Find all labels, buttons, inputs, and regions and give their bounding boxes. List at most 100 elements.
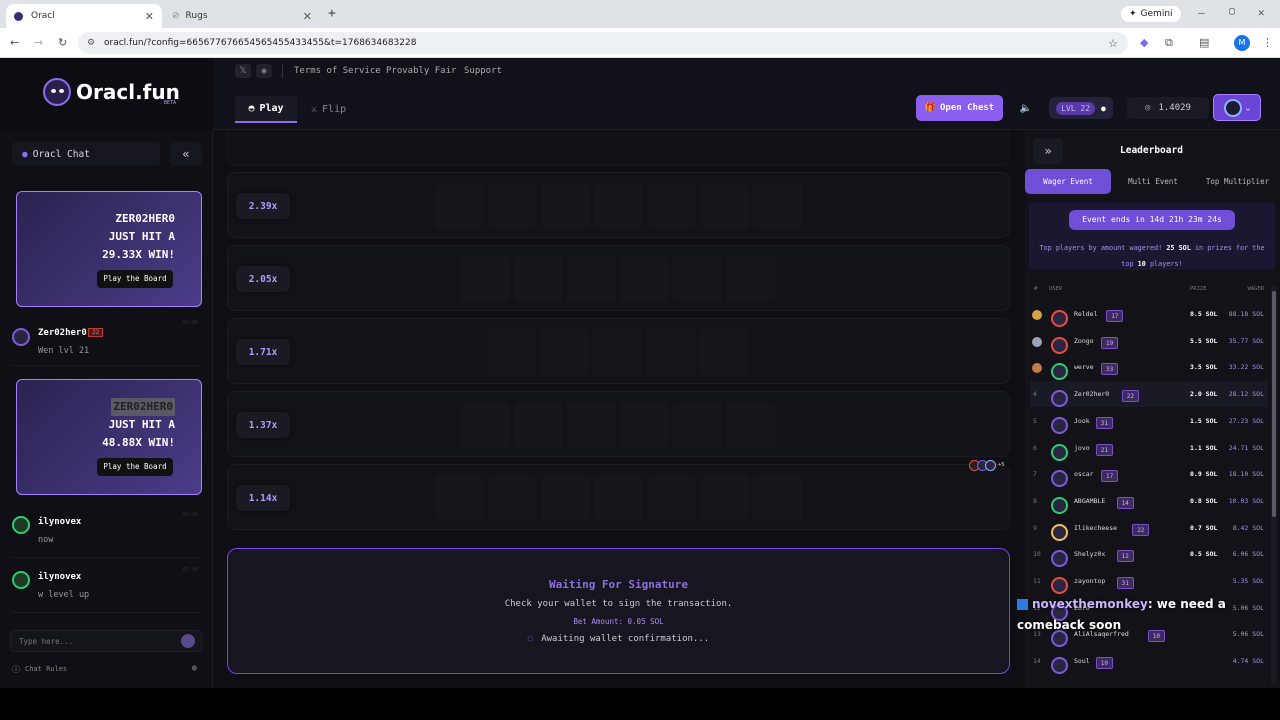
provably-fair-link[interactable]: Provably Fair: [386, 66, 456, 76]
board-tile[interactable]: [487, 329, 536, 375]
leaderboard-row[interactable]: 4 Zer02her0 22 2.0 SOL 28.12 SOL: [1030, 381, 1268, 408]
leaderboard-user[interactable]: Reldel: [1074, 310, 1097, 318]
close-tab-icon[interactable]: ✕: [303, 10, 312, 23]
forward-icon[interactable]: →: [34, 36, 43, 49]
site-info-icon[interactable]: ⚙: [87, 38, 95, 48]
board-tile[interactable]: [461, 402, 510, 448]
chat-rules-link[interactable]: Chat Rules: [25, 665, 67, 673]
board-tile[interactable]: [753, 475, 802, 521]
leaderboard-row[interactable]: 11 zayontop 31 5.35 SOL: [1030, 568, 1268, 594]
address-bar[interactable]: ⚙ oracl.fun/?config=66567767665456545543…: [78, 32, 1128, 54]
terms-link[interactable]: Terms of Service: [294, 66, 381, 76]
play-board-button[interactable]: Play the Board: [97, 270, 173, 288]
board-tile[interactable]: [647, 475, 696, 521]
board-tile[interactable]: [647, 183, 696, 229]
x-social-icon[interactable]: 𝕏: [235, 64, 251, 78]
board-tile[interactable]: [726, 256, 775, 302]
leaderboard-user[interactable]: ABGAMBLE: [1074, 497, 1105, 505]
chat-input[interactable]: Type here...: [10, 630, 202, 652]
collapse-chat-button[interactable]: «: [170, 142, 202, 166]
board-tile[interactable]: [620, 402, 669, 448]
minimize-button[interactable]: —: [1198, 6, 1205, 19]
bookmark-star-icon[interactable]: ☆: [1108, 37, 1118, 50]
leaderboard-user[interactable]: jovo: [1074, 444, 1090, 452]
board-tile[interactable]: [673, 402, 722, 448]
reload-icon[interactable]: ↻: [58, 36, 67, 49]
user-menu-button[interactable]: ⌄: [1213, 94, 1261, 121]
tab-wager-event[interactable]: Wager Event: [1025, 169, 1111, 194]
browser-tab-rugs[interactable]: ⊘ Rugs ✕: [164, 4, 320, 28]
message-user[interactable]: ilynovex: [38, 572, 81, 582]
profile-avatar[interactable]: M: [1234, 35, 1250, 51]
leaderboard-user[interactable]: werve: [1074, 363, 1094, 371]
board-tile[interactable]: [726, 402, 775, 448]
message-user[interactable]: Zer02her0: [38, 328, 87, 338]
leaderboard-user[interactable]: Zer02her0: [1074, 390, 1109, 398]
board-tile[interactable]: [567, 402, 616, 448]
board-tile[interactable]: [594, 475, 643, 521]
expand-leaderboard-button[interactable]: »: [1033, 138, 1063, 164]
gemini-button[interactable]: ✦ Gemini: [1121, 6, 1181, 22]
open-chest-button[interactable]: 🎁 Open Chest: [916, 95, 1003, 121]
menu-dots-icon[interactable]: ⋮: [1262, 36, 1273, 49]
maximize-button[interactable]: ▢: [1229, 6, 1235, 17]
leaderboard-row[interactable]: 14 Soul 10 4.74 SOL: [1030, 648, 1268, 675]
board-tile[interactable]: [620, 256, 669, 302]
leaderboard-user[interactable]: Ilikecheese: [1074, 524, 1117, 532]
tab-multi-event[interactable]: Multi Event: [1111, 169, 1195, 194]
browser-tab-oracl[interactable]: Oracl ✕: [6, 4, 162, 28]
board-tile[interactable]: [514, 402, 563, 448]
board-tile[interactable]: [541, 183, 590, 229]
chat-bubble-icon[interactable]: ◍: [192, 663, 197, 672]
board-tile[interactable]: [673, 256, 722, 302]
leaderboard-user[interactable]: Soul: [1074, 657, 1090, 665]
new-tab-button[interactable]: +: [328, 6, 336, 21]
board-tile[interactable]: [593, 329, 642, 375]
leaderboard-user[interactable]: Shelyz0x: [1074, 550, 1105, 558]
board-tile[interactable]: [594, 183, 643, 229]
board-tile[interactable]: [700, 183, 749, 229]
balance-display[interactable]: ◎ 1.4029: [1127, 97, 1209, 119]
board-tile[interactable]: [646, 329, 695, 375]
oracl-logo-icon[interactable]: [43, 78, 71, 106]
leaderboard-row[interactable]: 8 ABGAMBLE 14 0.8 SOL 10.03 SOL: [1030, 488, 1268, 514]
leaderboard-row[interactable]: 7 oscar 17 0.9 SOL 18.10 SOL: [1030, 461, 1268, 488]
sidepanel-icon[interactable]: ▤: [1199, 36, 1209, 49]
board-tile[interactable]: [567, 256, 616, 302]
board-tile[interactable]: [540, 329, 589, 375]
leaderboard-row[interactable]: Reldel 17 8.5 SOL 88.18 SOL: [1030, 301, 1268, 327]
leaderboard-user[interactable]: oscar: [1074, 470, 1094, 478]
board-tile[interactable]: [435, 475, 484, 521]
tab-play[interactable]: ◓ Play: [235, 96, 297, 123]
tab-top-multiplier[interactable]: Top Multiplier: [1195, 169, 1280, 194]
board-tile[interactable]: [488, 183, 537, 229]
leaderboard-user[interactable]: Jook: [1074, 417, 1090, 425]
board-tile[interactable]: [700, 475, 749, 521]
extension-icon[interactable]: ◆: [1140, 36, 1148, 49]
board-tile[interactable]: [488, 475, 537, 521]
close-window-button[interactable]: ✕: [1258, 6, 1265, 19]
leaderboard-row[interactable]: werve 33 3.5 SOL 33.22 SOL: [1030, 354, 1268, 381]
leaderboard-row[interactable]: 6 jovo 21 1.1 SOL 24.71 SOL: [1030, 435, 1268, 461]
board-tile[interactable]: [461, 256, 510, 302]
close-tab-icon[interactable]: ✕: [145, 10, 154, 23]
play-board-button[interactable]: Play the Board: [97, 458, 173, 476]
sound-toggle[interactable]: 🔈: [1016, 98, 1036, 118]
board-tile[interactable]: [753, 183, 802, 229]
message-user[interactable]: ilynovex: [38, 517, 81, 527]
leaderboard-row[interactable]: 9 Ilikecheese 22 0.7 SOL 8.42 SOL: [1030, 515, 1268, 541]
board-tile[interactable]: [514, 256, 563, 302]
board-tile[interactable]: [541, 475, 590, 521]
leaderboard-user[interactable]: zayontop: [1074, 577, 1105, 585]
leaderboard-user[interactable]: Zongo: [1074, 337, 1094, 345]
puzzle-icon[interactable]: ⧉: [1165, 36, 1173, 50]
level-badge[interactable]: LVL 22 ●: [1049, 97, 1113, 119]
leaderboard-row[interactable]: Zongo 19 5.5 SOL 35.77 SOL: [1030, 328, 1268, 354]
discord-icon[interactable]: ◉: [256, 64, 272, 78]
board-tile[interactable]: [435, 183, 484, 229]
emoji-icon[interactable]: [181, 634, 195, 648]
tab-flip[interactable]: ⚔ Flip: [311, 96, 361, 123]
back-icon[interactable]: ←: [10, 36, 19, 49]
support-link[interactable]: Support: [464, 66, 502, 76]
leaderboard-row[interactable]: 10 Shelyz0x 12 0.5 SOL 6.06 SOL: [1030, 541, 1268, 568]
